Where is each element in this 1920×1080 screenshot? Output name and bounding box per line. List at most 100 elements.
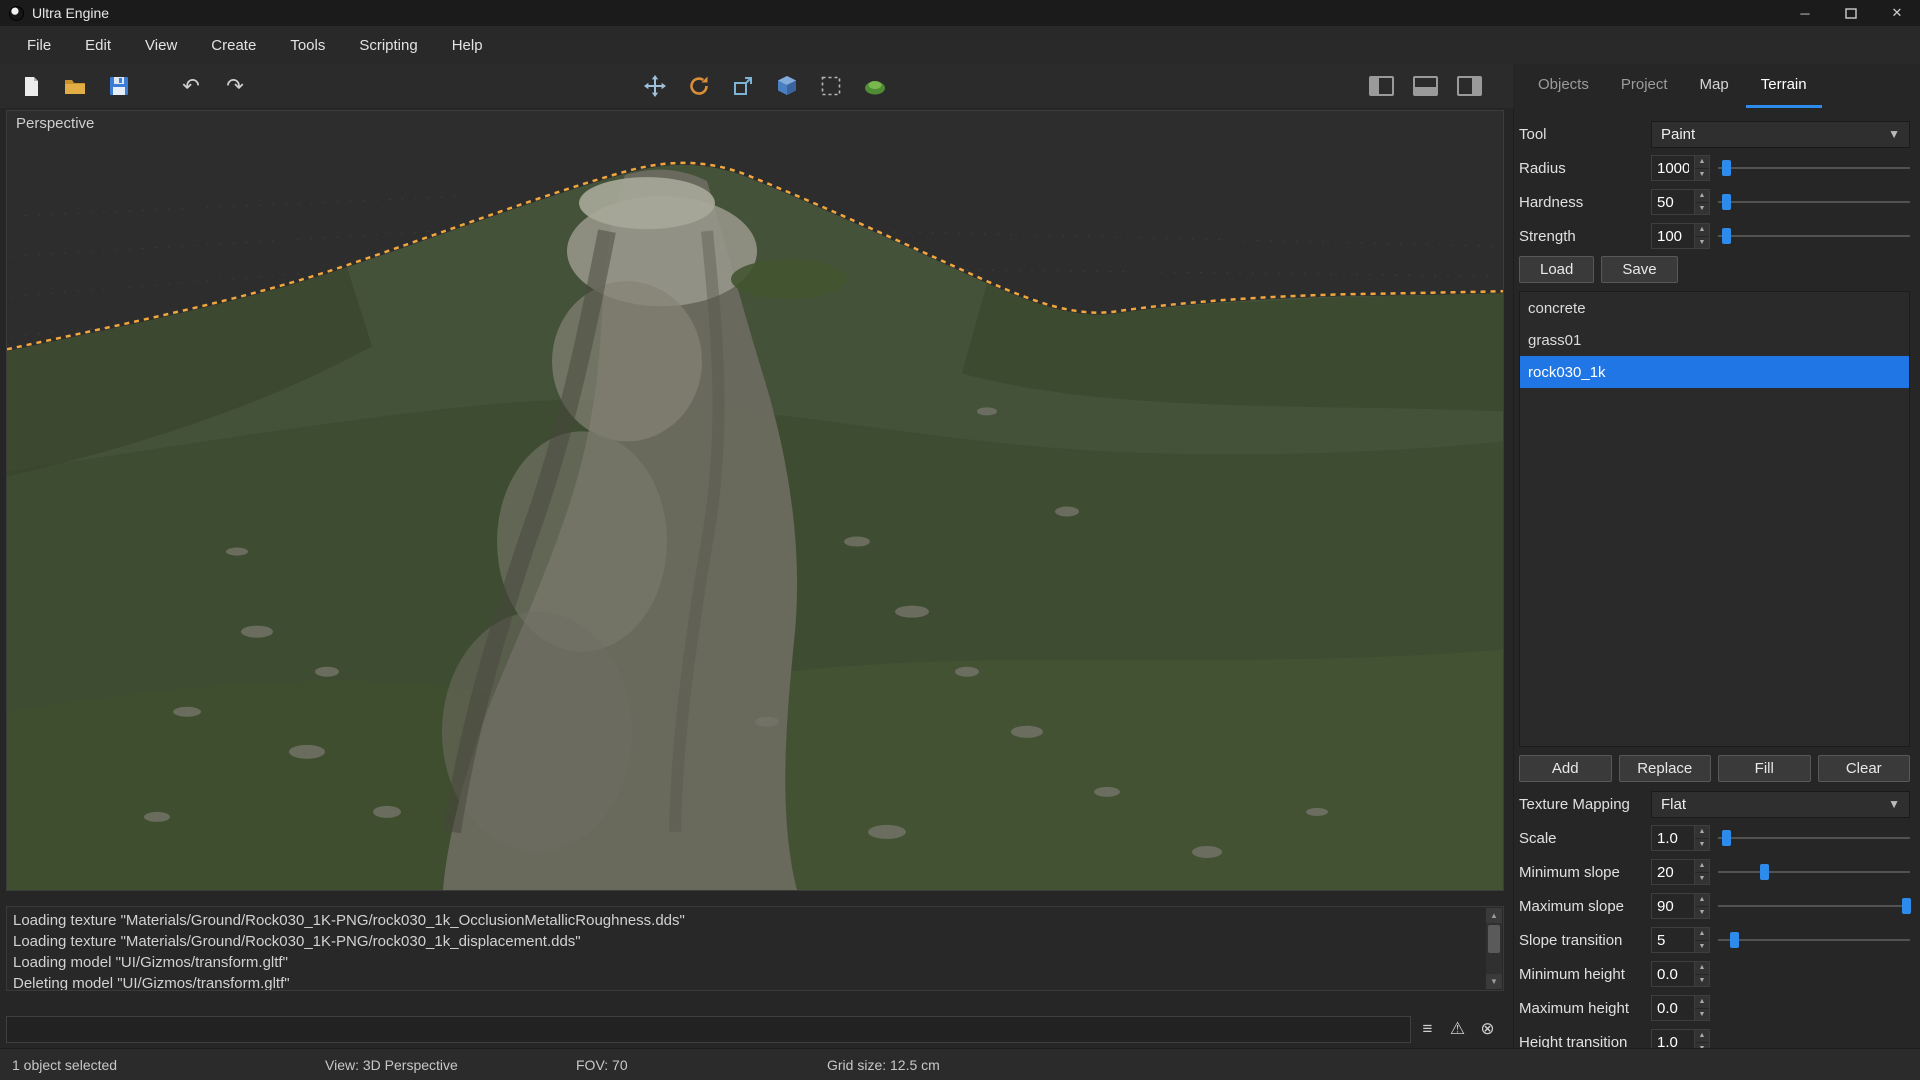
list-item-concrete[interactable]: concrete bbox=[1520, 292, 1909, 324]
new-file-button[interactable] bbox=[12, 68, 50, 104]
fov-status: FOV: 70 bbox=[576, 1057, 628, 1073]
replace-button[interactable]: Replace bbox=[1619, 755, 1712, 782]
scroll-down-icon[interactable]: ▼ bbox=[1486, 974, 1502, 989]
undo-icon: ↶ bbox=[182, 74, 200, 99]
tab-terrain[interactable]: Terrain bbox=[1746, 64, 1822, 108]
maximum-height-spinner[interactable]: ▲▼ bbox=[1695, 995, 1710, 1021]
open-folder-icon bbox=[64, 77, 86, 95]
scale-input[interactable] bbox=[1651, 825, 1695, 851]
console-line: Deleting model "UI/Gizmos/transform.gltf… bbox=[13, 973, 1481, 991]
terrain-render bbox=[7, 111, 1503, 890]
hardness-spinner[interactable]: ▲▼ bbox=[1695, 189, 1710, 215]
error-icon[interactable]: ⊗ bbox=[1474, 1016, 1501, 1043]
menu-file[interactable]: File bbox=[10, 30, 68, 61]
minimum-height-input[interactable] bbox=[1651, 961, 1695, 987]
maximum-height-input[interactable] bbox=[1651, 995, 1695, 1021]
minimum-height-spinner[interactable]: ▲▼ bbox=[1695, 961, 1710, 987]
menu-create[interactable]: Create bbox=[194, 30, 273, 61]
minimum-slope-label: Minimum slope bbox=[1519, 864, 1651, 881]
hardness-input[interactable] bbox=[1651, 189, 1695, 215]
console-line: Loading texture "Materials/Ground/Rock03… bbox=[13, 931, 1481, 952]
layout-button-group bbox=[1362, 68, 1488, 104]
maximize-button[interactable] bbox=[1828, 0, 1874, 26]
hardness-slider[interactable] bbox=[1718, 189, 1910, 215]
menu-edit[interactable]: Edit bbox=[68, 30, 128, 61]
strength-label: Strength bbox=[1519, 228, 1651, 245]
radius-input[interactable] bbox=[1651, 155, 1695, 181]
menu-view[interactable]: View bbox=[128, 30, 194, 61]
rotate-icon bbox=[688, 75, 710, 97]
panel-bottom-layout-button[interactable] bbox=[1406, 68, 1444, 104]
slope-transition-spinner[interactable]: ▲▼ bbox=[1695, 927, 1710, 953]
add-button[interactable]: Add bbox=[1519, 755, 1612, 782]
open-file-button[interactable] bbox=[56, 68, 94, 104]
terrain-paint-tool-button[interactable] bbox=[856, 68, 894, 104]
slope-transition-input[interactable] bbox=[1651, 927, 1695, 953]
console-log[interactable]: Loading texture "Materials/Ground/Rock03… bbox=[6, 906, 1504, 991]
cube-icon bbox=[776, 75, 798, 97]
minimum-slope-input[interactable] bbox=[1651, 859, 1695, 885]
panel-right-icon bbox=[1457, 76, 1482, 96]
tool-dropdown[interactable]: Paint ▼ bbox=[1651, 121, 1910, 148]
app-logo-icon bbox=[9, 6, 24, 21]
texture-mapping-label: Texture Mapping bbox=[1519, 796, 1651, 813]
radius-spinner[interactable]: ▲▼ bbox=[1695, 155, 1710, 181]
viewport-label: Perspective bbox=[16, 115, 94, 132]
menu-help[interactable]: Help bbox=[435, 30, 500, 61]
maximum-slope-input[interactable] bbox=[1651, 893, 1695, 919]
scale-spinner[interactable]: ▲▼ bbox=[1695, 825, 1710, 851]
redo-button[interactable]: ↷ bbox=[216, 68, 254, 104]
strength-slider[interactable] bbox=[1718, 223, 1910, 249]
warning-icon[interactable]: ⚠ bbox=[1444, 1016, 1471, 1043]
panel-left-layout-button[interactable] bbox=[1362, 68, 1400, 104]
tab-map[interactable]: Map bbox=[1685, 64, 1744, 108]
maximum-slope-slider[interactable] bbox=[1718, 893, 1910, 919]
tab-objects[interactable]: Objects bbox=[1523, 64, 1604, 108]
undo-button[interactable]: ↶ bbox=[172, 68, 210, 104]
clear-button[interactable]: Clear bbox=[1818, 755, 1911, 782]
list-item-rock030-1k[interactable]: rock030_1k bbox=[1520, 356, 1909, 388]
object-tool-button[interactable] bbox=[768, 68, 806, 104]
scroll-up-icon[interactable]: ▲ bbox=[1486, 908, 1502, 923]
console-line: Loading model "UI/Gizmos/transform.gltf" bbox=[13, 952, 1481, 973]
menu-scripting[interactable]: Scripting bbox=[342, 30, 434, 61]
minimum-height-label: Minimum height bbox=[1519, 966, 1651, 983]
redo-icon: ↷ bbox=[226, 74, 244, 99]
menu-bar: File Edit View Create Tools Scripting He… bbox=[0, 26, 1920, 64]
list-item-grass01[interactable]: grass01 bbox=[1520, 324, 1909, 356]
strength-spinner[interactable]: ▲▼ bbox=[1695, 223, 1710, 249]
select-tool-button[interactable] bbox=[812, 68, 850, 104]
minimum-slope-slider[interactable] bbox=[1718, 859, 1910, 885]
maximum-slope-spinner[interactable]: ▲▼ bbox=[1695, 893, 1710, 919]
save-button[interactable] bbox=[100, 68, 138, 104]
scale-slider[interactable] bbox=[1718, 825, 1910, 851]
load-button[interactable]: Load bbox=[1519, 256, 1594, 283]
minimize-button[interactable]: ─ bbox=[1782, 0, 1828, 26]
grid-size-status: Grid size: 12.5 cm bbox=[827, 1057, 940, 1073]
strength-input[interactable] bbox=[1651, 223, 1695, 249]
menu-tools[interactable]: Tools bbox=[273, 30, 342, 61]
selection-box-icon bbox=[820, 75, 842, 97]
save-layers-button[interactable]: Save bbox=[1601, 256, 1677, 283]
close-button[interactable]: ✕ bbox=[1874, 0, 1920, 26]
window-title: Ultra Engine bbox=[32, 5, 109, 21]
command-input[interactable] bbox=[6, 1016, 1411, 1043]
minimum-slope-spinner[interactable]: ▲▼ bbox=[1695, 859, 1710, 885]
tab-project[interactable]: Project bbox=[1606, 64, 1683, 108]
log-list-icon[interactable]: ≡ bbox=[1414, 1016, 1441, 1043]
radius-slider[interactable] bbox=[1718, 155, 1910, 181]
maximum-slope-label: Maximum slope bbox=[1519, 898, 1651, 915]
console-scrollbar[interactable]: ▲ ▼ bbox=[1486, 908, 1502, 989]
slope-transition-slider[interactable] bbox=[1718, 927, 1910, 953]
save-icon bbox=[109, 76, 129, 96]
scrollbar-thumb[interactable] bbox=[1488, 925, 1500, 953]
texture-mapping-dropdown[interactable]: Flat ▼ bbox=[1651, 791, 1910, 818]
radius-label: Radius bbox=[1519, 160, 1651, 177]
scale-tool-button[interactable] bbox=[724, 68, 762, 104]
rotate-tool-button[interactable] bbox=[680, 68, 718, 104]
fill-button[interactable]: Fill bbox=[1718, 755, 1811, 782]
maximum-height-label: Maximum height bbox=[1519, 1000, 1651, 1017]
viewport-3d[interactable]: Perspective bbox=[6, 110, 1504, 891]
panel-right-layout-button[interactable] bbox=[1450, 68, 1488, 104]
move-tool-button[interactable] bbox=[636, 68, 674, 104]
